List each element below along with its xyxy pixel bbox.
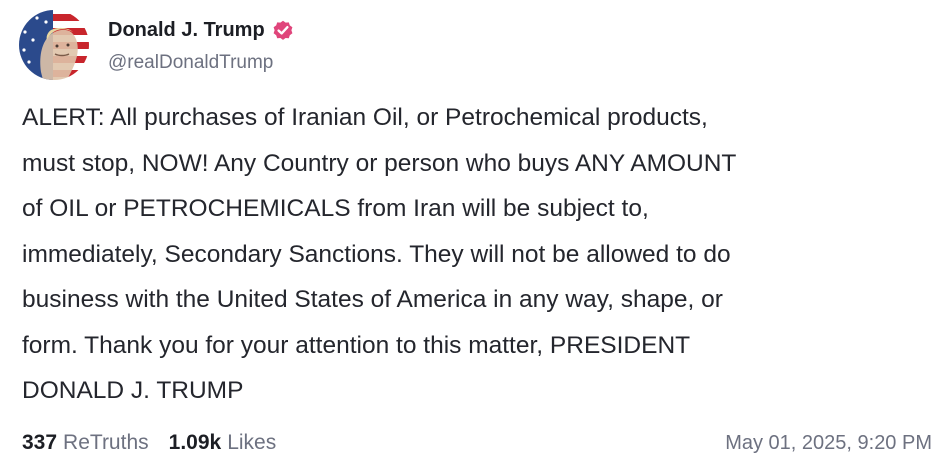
- post-body: ALERT: All purchases of Iranian Oil, or …: [22, 95, 927, 414]
- likes-count: 1.09k: [168, 431, 222, 454]
- author-block: Donald J. Trump @realDonaldTrump: [108, 14, 295, 74]
- post-body-line: DONALD J. TRUMP: [22, 377, 244, 404]
- display-name[interactable]: Donald J. Trump: [108, 19, 265, 42]
- avatar[interactable]: [19, 10, 89, 80]
- likes-stat[interactable]: 1.09k Likes: [169, 431, 277, 455]
- user-handle[interactable]: @realDonaldTrump: [108, 52, 295, 74]
- post-body-line: must stop, NOW! Any Country or person wh…: [22, 149, 737, 177]
- likes-label: Likes: [227, 431, 277, 454]
- truth-social-post: Donald J. Trump @realDonaldTrump ALERT: …: [0, 0, 950, 470]
- post-body-line: ALERT: All purchases of Iranian Oil, or …: [22, 104, 708, 131]
- retruths-count: 337: [22, 431, 58, 454]
- post-body-line: of OIL or PETROCHEMICALS from Iran will …: [22, 195, 649, 222]
- name-row: Donald J. Trump: [108, 14, 295, 46]
- retruths-stat[interactable]: 337 ReTruths: [22, 431, 149, 455]
- post-timestamp[interactable]: May 01, 2025, 9:20 PM: [725, 432, 932, 455]
- verified-badge-icon: [271, 18, 295, 42]
- retruths-label: ReTruths: [63, 431, 149, 454]
- post-footer: 337 ReTruths 1.09k Likes May 01, 2025, 9…: [22, 428, 932, 458]
- post-body-line: form. Thank you for your attention to th…: [22, 331, 691, 359]
- post-body-line: business with the United States of Ameri…: [22, 286, 723, 313]
- flag-portrait-icon: [19, 10, 89, 80]
- post-body-line: immediately, Secondary Sanctions. They w…: [22, 240, 731, 268]
